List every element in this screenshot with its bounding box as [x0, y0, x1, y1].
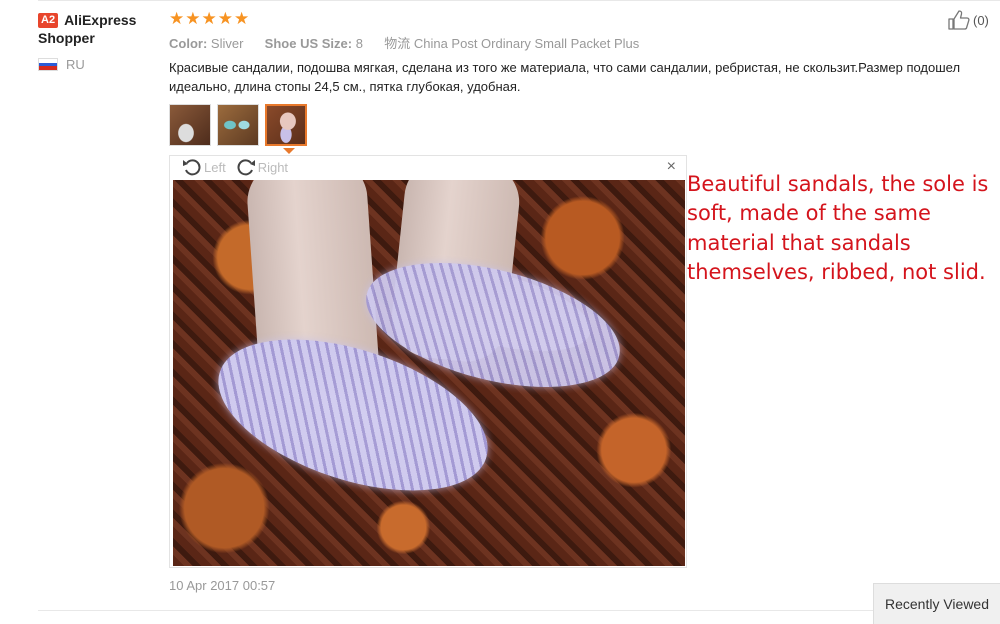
review-text: Красивые сандалии, подошва мягкая, сдела…: [169, 60, 961, 94]
translation-annotation: Beautiful sandals, the sole is soft, mad…: [687, 172, 989, 284]
top-divider: [38, 0, 1000, 1]
thumbnail-2[interactable]: [217, 104, 259, 146]
rotate-right-label: Right: [257, 159, 289, 175]
rotate-right-icon: [237, 159, 255, 176]
review-date: 10 Apr 2017 00:57: [169, 578, 276, 593]
buyer-level-badge: A2: [38, 13, 59, 28]
size-value: 8: [355, 36, 363, 51]
rotate-left-button[interactable]: Left: [182, 158, 226, 176]
helpful-button[interactable]: (0): [948, 10, 989, 30]
viewer-toolbar: Left Right ×: [170, 156, 686, 178]
star-icon: ★: [217, 9, 233, 28]
russia-flag-icon: [38, 58, 58, 71]
thumbnail-1[interactable]: [169, 104, 211, 146]
active-thumbnail-pointer: [283, 148, 295, 154]
rotate-left-icon: [183, 159, 201, 176]
color-label: Color:: [169, 36, 208, 51]
star-icon: ★: [169, 9, 185, 28]
size-label: Shoe US Size:: [264, 36, 353, 51]
recently-viewed-button[interactable]: Recently Viewed: [873, 583, 1000, 624]
reviewer-name-block: A2 AliExpress Shopper: [38, 11, 158, 47]
star-icon: ★: [185, 9, 201, 28]
bottom-divider: [38, 610, 873, 611]
color-value: Sliver: [210, 36, 244, 51]
rotate-left-label: Left: [204, 159, 226, 175]
review-photo: [173, 180, 685, 566]
rotate-right-button[interactable]: Right: [236, 158, 288, 176]
shipping-label: 物流: [384, 36, 411, 51]
star-icon: ★: [234, 9, 250, 28]
close-viewer-button[interactable]: ×: [667, 158, 676, 176]
thumbs-up-icon: [948, 10, 970, 30]
star-rating: ★ ★ ★ ★ ★: [169, 10, 250, 27]
order-info: Color: Sliver Shoe US Size: 8 物流 China P…: [169, 33, 639, 52]
photo-thumbnails: [169, 104, 313, 146]
photo-viewer: Left Right ×: [169, 155, 687, 568]
shipping-value: China Post Ordinary Small Packet Plus: [413, 36, 640, 51]
country-code: RU: [66, 57, 85, 72]
star-icon: ★: [201, 9, 217, 28]
reviewer-info: A2 AliExpress Shopper RU: [38, 11, 158, 72]
helpful-count: (0): [973, 12, 989, 28]
reviewer-country: RU: [38, 57, 158, 72]
thumbnail-3[interactable]: [265, 104, 307, 146]
